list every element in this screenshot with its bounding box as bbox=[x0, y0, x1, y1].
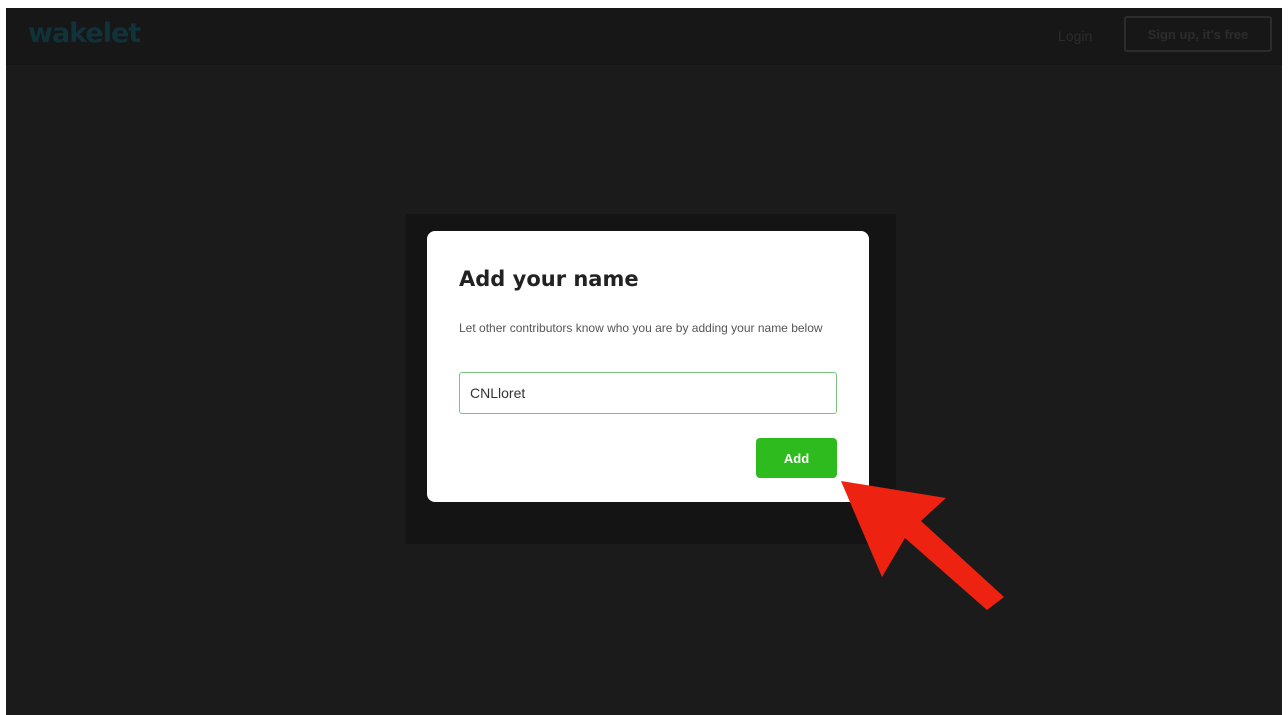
dialog-title: Add your name bbox=[459, 267, 639, 291]
page-overlay: wakelet Login Sign up, it's free Add you… bbox=[6, 8, 1282, 715]
top-navigation-bar: wakelet Login Sign up, it's free bbox=[6, 8, 1282, 65]
dialog-description: Let other contributors know who you are … bbox=[459, 321, 823, 335]
signup-button[interactable]: Sign up, it's free bbox=[1124, 16, 1272, 52]
add-button[interactable]: Add bbox=[756, 438, 837, 478]
wakelet-logo[interactable]: wakelet bbox=[28, 18, 141, 49]
name-input[interactable] bbox=[459, 372, 837, 414]
add-name-dialog: Add your name Let other contributors kno… bbox=[427, 231, 869, 502]
login-link[interactable]: Login bbox=[1058, 28, 1092, 44]
